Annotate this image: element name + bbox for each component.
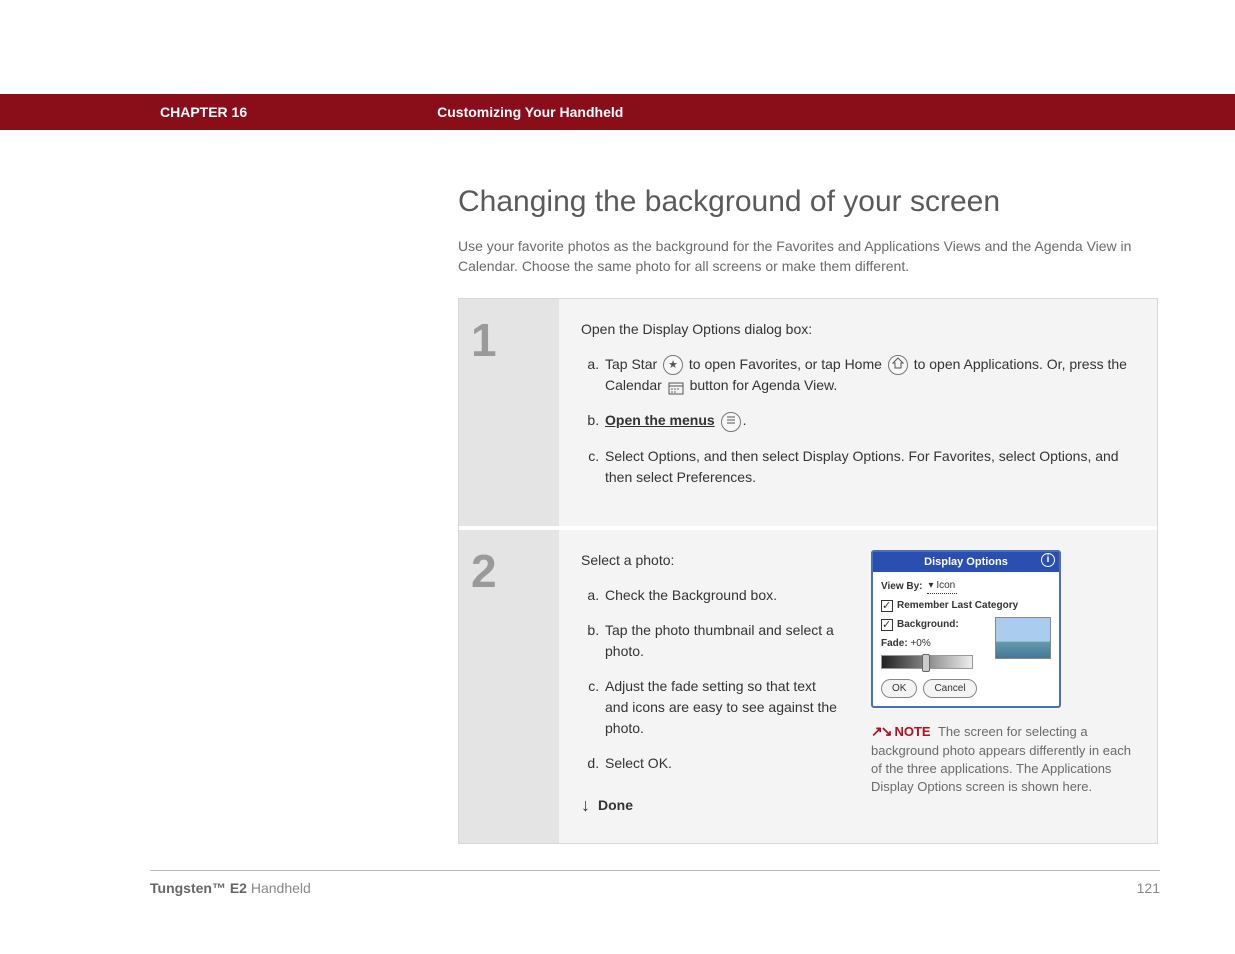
info-icon[interactable]: i bbox=[1041, 553, 1055, 567]
star-icon: ★ bbox=[663, 355, 683, 375]
step-sublist: Check the Background box. Tap the photo … bbox=[603, 585, 841, 774]
note-badge: NOTE bbox=[894, 724, 930, 739]
substep-d: Select OK. bbox=[603, 753, 841, 774]
step-sublist: Tap Star ★ to open Favorites, or tap Hom… bbox=[603, 354, 1135, 488]
done-label: Done bbox=[598, 795, 633, 816]
steps-container: 1 Open the Display Options dialog box: T… bbox=[458, 298, 1158, 844]
open-menus-link[interactable]: Open the menus bbox=[605, 412, 715, 428]
down-arrow-icon: ↓ bbox=[581, 792, 590, 819]
text-fragment: Tap Star bbox=[605, 356, 661, 372]
calendar-icon bbox=[668, 380, 684, 394]
step-lead: Open the Display Options dialog box: bbox=[581, 319, 1135, 340]
step-body: Select a photo: Check the Background box… bbox=[559, 530, 1157, 843]
home-icon bbox=[888, 355, 908, 375]
dialog-titlebar: Display Options i bbox=[873, 552, 1059, 573]
note-arrows-icon: ↗↘ bbox=[871, 722, 890, 742]
substep-a: Check the Background box. bbox=[603, 585, 841, 606]
view-by-value: Icon bbox=[936, 580, 955, 591]
menu-icon bbox=[721, 412, 741, 432]
text-fragment: to open Favorites, or tap Home bbox=[689, 356, 886, 372]
fade-value: +0% bbox=[910, 638, 930, 649]
substep-b: Open the menus . bbox=[603, 410, 1135, 431]
done-marker: ↓ Done bbox=[581, 792, 841, 819]
substep-a: Tap Star ★ to open Favorites, or tap Hom… bbox=[603, 354, 1135, 396]
chapter-title: Customizing Your Handheld bbox=[437, 104, 623, 120]
view-by-row: View By: ▾ Icon bbox=[881, 578, 1051, 594]
dialog-title: Display Options bbox=[924, 556, 1008, 568]
chapter-number: CHAPTER 16 bbox=[160, 104, 247, 120]
fade-row: Fade: +0% bbox=[881, 636, 991, 651]
slider-handle-icon[interactable] bbox=[922, 654, 930, 672]
background-label: Background: bbox=[897, 617, 959, 632]
page-footer: Tungsten™ E2 Handheld 121 bbox=[150, 880, 1160, 896]
note-block: ↗↘NOTE The screen for selecting a backgr… bbox=[871, 722, 1135, 796]
cancel-button[interactable]: Cancel bbox=[923, 679, 976, 698]
footer-rule bbox=[150, 870, 1160, 871]
remember-row: Remember Last Category bbox=[881, 598, 1051, 613]
display-options-dialog: Display Options i View By: ▾ Icon bbox=[871, 550, 1061, 709]
step-number: 2 bbox=[459, 530, 559, 843]
background-thumbnail[interactable] bbox=[995, 617, 1051, 659]
step-body: Open the Display Options dialog box: Tap… bbox=[559, 299, 1157, 526]
step-1: 1 Open the Display Options dialog box: T… bbox=[459, 299, 1157, 530]
background-row: Background: bbox=[881, 617, 991, 632]
page-intro: Use your favorite photos as the backgrou… bbox=[458, 237, 1158, 276]
ok-button[interactable]: OK bbox=[881, 679, 917, 698]
page-heading: Changing the background of your screen bbox=[458, 185, 1158, 219]
chapter-header: CHAPTER 16 Customizing Your Handheld bbox=[0, 94, 1235, 130]
substep-b: Tap the photo thumbnail and select a pho… bbox=[603, 620, 841, 662]
main-content: Changing the background of your screen U… bbox=[458, 185, 1158, 844]
step-number: 1 bbox=[459, 299, 559, 526]
step-2-figure: Display Options i View By: ▾ Icon bbox=[871, 550, 1135, 819]
fade-slider[interactable] bbox=[881, 655, 973, 669]
page-number: 121 bbox=[1137, 880, 1160, 896]
substep-c: Select Options, and then select Display … bbox=[603, 446, 1135, 488]
step-2-instructions: Select a photo: Check the Background box… bbox=[581, 550, 841, 819]
remember-label: Remember Last Category bbox=[897, 598, 1018, 613]
step-lead: Select a photo: bbox=[581, 550, 841, 571]
product-rest: Handheld bbox=[247, 880, 311, 896]
view-by-dropdown[interactable]: ▾ Icon bbox=[927, 578, 958, 594]
substep-c: Adjust the fade setting so that text and… bbox=[603, 676, 841, 739]
remember-checkbox[interactable] bbox=[881, 600, 893, 612]
fade-label: Fade: bbox=[881, 638, 908, 649]
background-checkbox[interactable] bbox=[881, 619, 893, 631]
product-name: Tungsten™ E2 Handheld bbox=[150, 880, 311, 896]
view-by-label: View By: bbox=[881, 579, 923, 594]
product-bold: Tungsten™ E2 bbox=[150, 880, 247, 896]
step-2: 2 Select a photo: Check the Background b… bbox=[459, 530, 1157, 843]
text-fragment: . bbox=[743, 412, 747, 428]
text-fragment: button for Agenda View. bbox=[690, 377, 838, 393]
